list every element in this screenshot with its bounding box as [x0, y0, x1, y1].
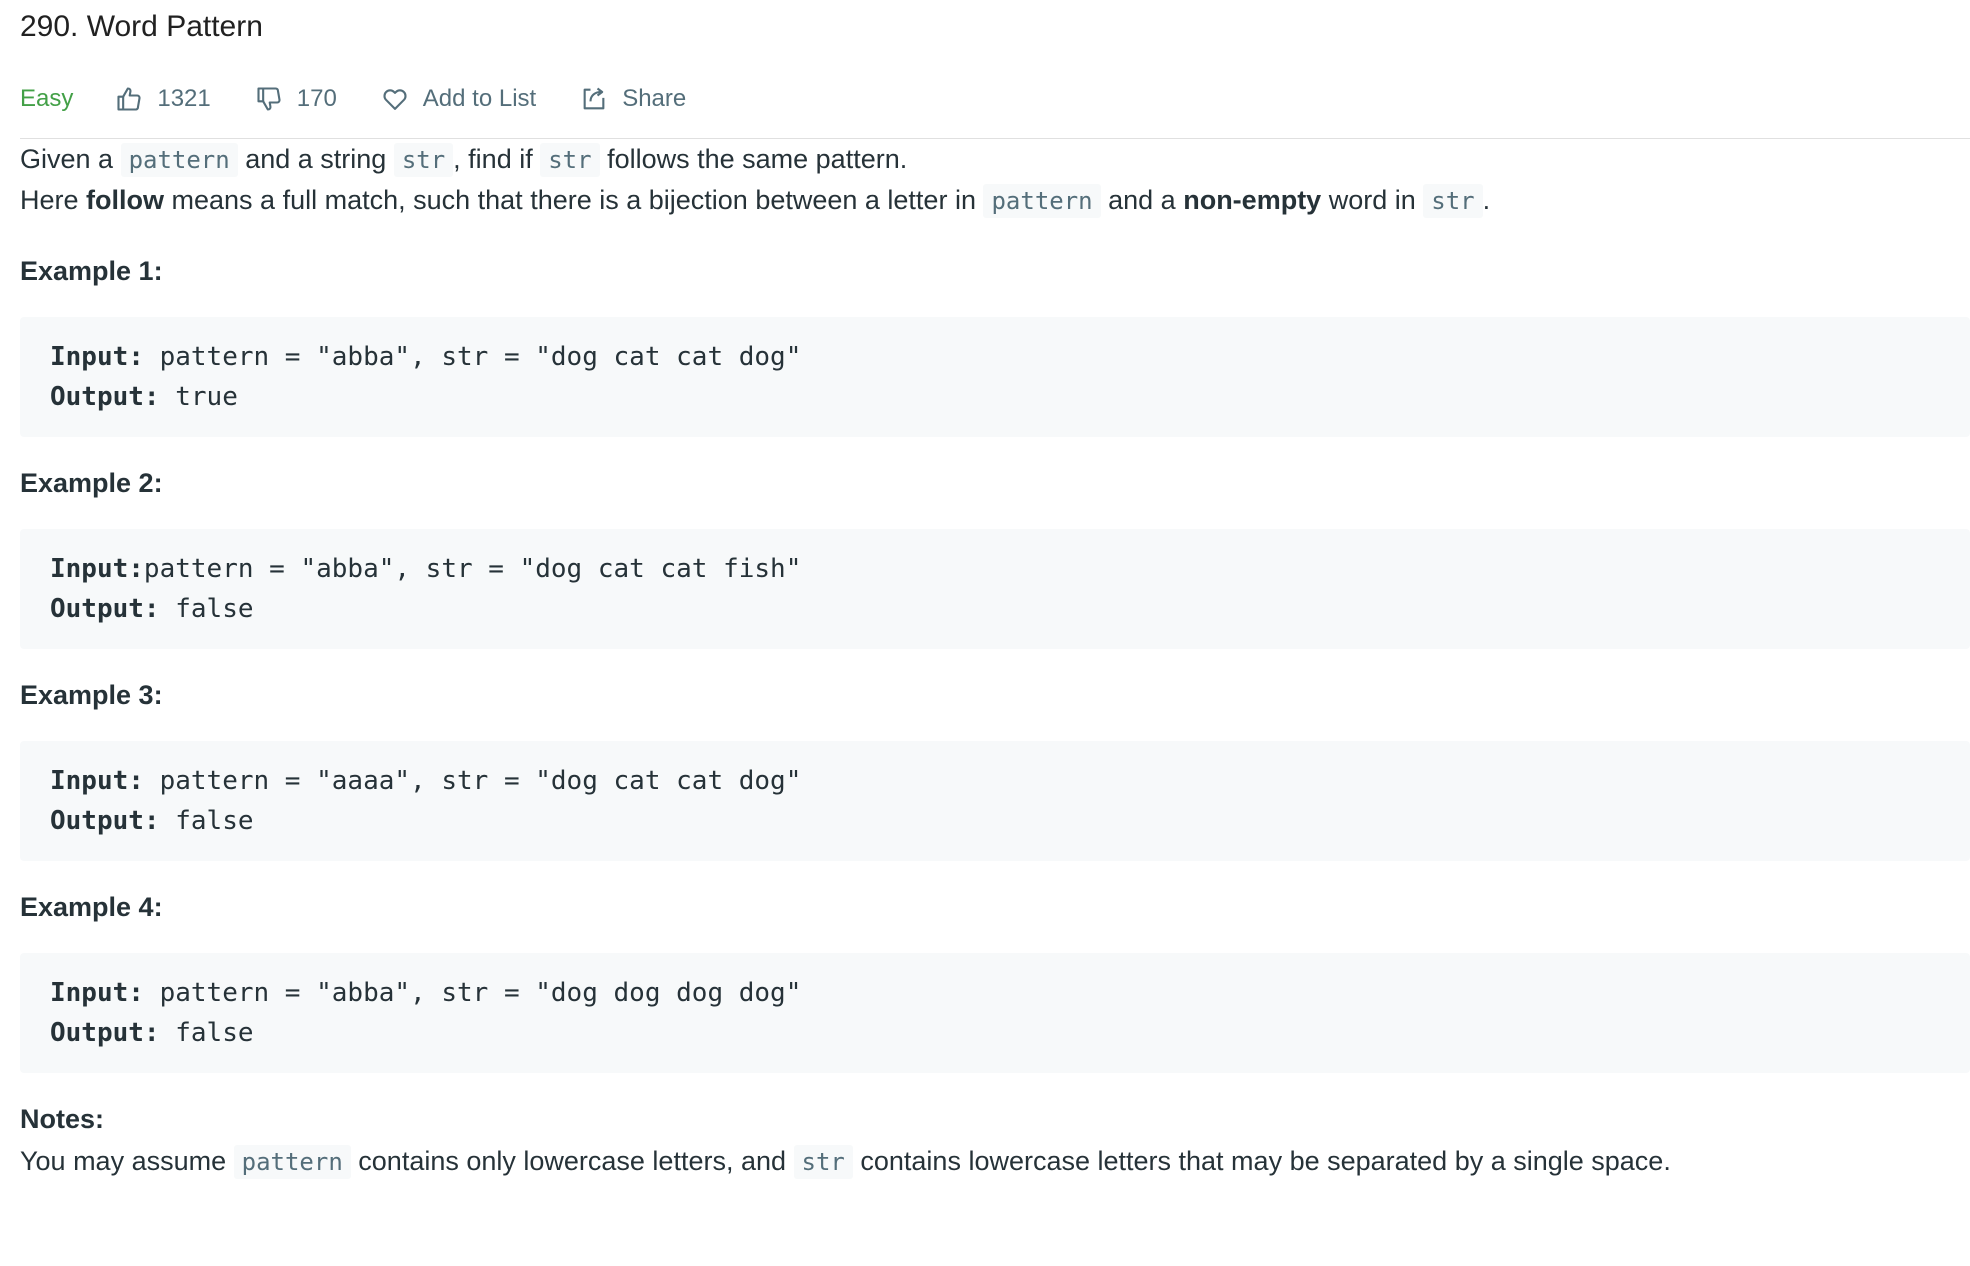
example-heading: Example 1: — [20, 256, 163, 286]
output-value: false — [159, 594, 254, 624]
inline-code: pattern — [983, 184, 1101, 218]
dislike-button[interactable]: 170 — [255, 85, 337, 113]
input-label: Input: — [50, 766, 144, 796]
example-heading: Example 3: — [20, 680, 163, 710]
add-to-list-button[interactable]: Add to List — [381, 85, 536, 113]
text-span: contains lowercase letters that may be s… — [852, 1146, 1671, 1176]
text-span: and a string — [237, 144, 394, 174]
output-label: Output: — [50, 806, 160, 836]
inline-code: str — [540, 143, 600, 177]
input-value: pattern = "abba", str = "dog cat cat fis… — [143, 554, 802, 584]
input-label: Input: — [50, 342, 144, 372]
description-paragraph-1: Given a pattern and a string str, find i… — [20, 139, 1970, 180]
text-span: contains only lowercase letters, and — [350, 1146, 794, 1176]
share-label: Share — [622, 85, 687, 112]
output-value: false — [159, 806, 254, 836]
text-span: Given a — [20, 144, 121, 174]
input-label: Input: — [50, 554, 144, 584]
like-count: 1321 — [157, 85, 211, 112]
input-value: pattern = "abba", str = "dog cat cat dog… — [143, 342, 802, 372]
difficulty-badge: Easy — [20, 85, 74, 112]
inline-code: str — [393, 143, 454, 177]
share-icon — [583, 87, 605, 110]
inline-code: pattern — [120, 143, 238, 177]
problem-title: 290. Word Pattern — [20, 10, 263, 43]
output-value: false — [159, 1018, 254, 1048]
text-span: word in — [1321, 185, 1424, 215]
text-span: You may assume — [20, 1146, 234, 1176]
text-span: means a full match, such that there is a… — [164, 185, 984, 215]
like-button[interactable]: 1321 — [115, 85, 211, 113]
heart-icon — [383, 89, 407, 110]
input-value: pattern = "abba", str = "dog dog dog dog… — [143, 978, 802, 1008]
output-value: true — [159, 382, 238, 412]
text-span: . — [1482, 185, 1491, 215]
example-code-block: Input: pattern = "aaaa", str = "dog cat … — [20, 741, 1970, 861]
bold-text: follow — [86, 185, 165, 215]
output-label: Output: — [50, 382, 160, 412]
inline-code: str — [1423, 184, 1483, 218]
example-code-block: Input: pattern = "abba", str = "dog dog … — [20, 953, 1970, 1073]
problem-page: 290. Word Pattern Easy 1321 170 Add to L… — [20, 0, 1970, 1182]
example-heading: Example 4: — [20, 892, 163, 922]
text-span: , find if — [453, 144, 541, 174]
example-code-block: Input: pattern = "abba", str = "dog cat … — [20, 317, 1970, 437]
dislike-count: 170 — [296, 85, 337, 112]
share-button[interactable]: Share — [580, 85, 686, 113]
example-heading: Example 2: — [20, 468, 163, 498]
notes-heading: Notes: — [20, 1104, 105, 1134]
thumbs-down-icon — [257, 87, 281, 111]
add-to-list-label: Add to List — [422, 85, 537, 112]
bold-text: non-empty — [1183, 185, 1322, 215]
output-label: Output: — [50, 594, 160, 624]
example-code-block: Input:pattern = "abba", str = "dog cat c… — [20, 529, 1970, 649]
description-paragraph-2: Here follow means a full match, such tha… — [20, 180, 1970, 221]
problem-meta-bar: Easy 1321 170 Add to List Share — [20, 66, 1970, 132]
output-label: Output: — [50, 1018, 160, 1048]
input-value: pattern = "aaaa", str = "dog cat cat dog… — [143, 766, 802, 796]
inline-code: pattern — [233, 1145, 351, 1179]
inline-code: str — [793, 1145, 853, 1179]
text-span: and a — [1100, 185, 1184, 215]
text-span: Here — [20, 185, 87, 215]
thumbs-up-icon — [117, 87, 141, 111]
input-label: Input: — [50, 978, 144, 1008]
notes-paragraph: You may assume pattern contains only low… — [20, 1141, 1970, 1182]
text-span: follows the same pattern. — [599, 144, 908, 174]
